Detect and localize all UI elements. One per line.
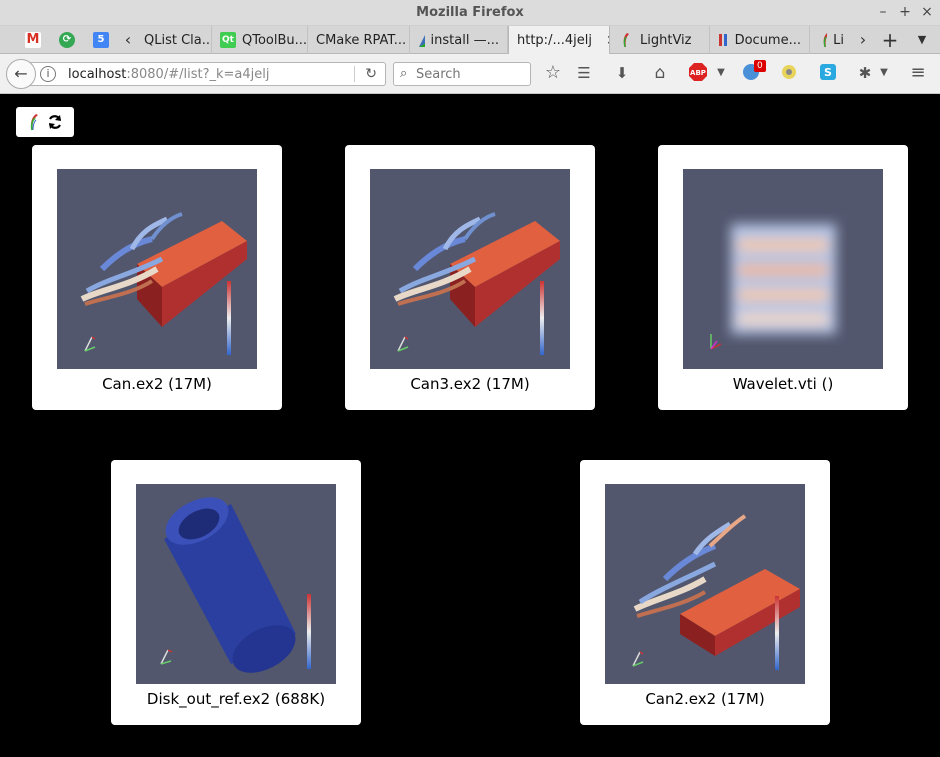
dataset-label: Can2.ex2 (17M) — [645, 690, 765, 708]
dataset-thumbnail[interactable] — [683, 169, 883, 369]
disk-render-image — [160, 497, 311, 673]
dataset-thumbnail[interactable] — [57, 169, 257, 369]
tab-label: LightViz — [640, 32, 692, 48]
tab-active-localhost[interactable]: http:/...4jelj × — [508, 26, 610, 55]
dataset-card-can3[interactable]: Can3.ex2 (17M) — [345, 145, 595, 410]
dataset-label: Can.ex2 (17M) — [102, 375, 212, 393]
can-render-image — [80, 212, 247, 355]
title-bar: Mozilla Firefox – + × — [0, 0, 940, 26]
app-toolbar — [16, 107, 74, 137]
dataset-label: Disk_out_ref.ex2 (688K) — [146, 690, 326, 708]
back-button[interactable]: ← — [6, 59, 36, 89]
dataset-thumbnail[interactable] — [136, 484, 336, 684]
dataset-card-wavelet[interactable]: Wavelet.vti () — [658, 145, 908, 410]
maximize-icon[interactable]: + — [896, 3, 914, 21]
site-info-icon[interactable]: i — [40, 66, 56, 82]
tab-lightviz-2[interactable]: Li — [810, 26, 852, 54]
lightviz-icon — [823, 33, 828, 48]
tab-lightviz[interactable]: LightViz — [610, 26, 710, 54]
downloads-icon[interactable]: ⬇ — [612, 63, 632, 83]
close-window-icon[interactable]: × — [918, 3, 936, 21]
tab-install[interactable]: install —... — [410, 26, 508, 54]
can-render-image — [393, 212, 560, 355]
gmail-pinned-tab-icon[interactable]: M — [25, 32, 41, 48]
lightviz-icon — [623, 33, 629, 48]
dataset-card-disk-out-ref[interactable]: Disk_out_ref.ex2 (688K) — [111, 460, 361, 725]
url-path: :8080/#/list?_k=a4jelj — [126, 67, 270, 82]
tab-label: QList Cla... — [144, 32, 212, 48]
tab-label: http:/...4jelj — [517, 33, 592, 48]
home-icon[interactable]: ⌂ — [650, 63, 670, 83]
url-bar[interactable]: i localhost:8080/#/list?_k=a4jelj ↻ — [30, 62, 386, 86]
reload-icon[interactable]: ↻ — [365, 66, 377, 82]
bookmark-star-icon[interactable]: ☆ — [543, 63, 563, 83]
search-icon: ⌕ — [400, 66, 408, 81]
tab-label: Li — [833, 32, 844, 48]
calendar-pinned-tab-icon[interactable]: 5 — [93, 32, 109, 48]
pinned-tab-clock-icon[interactable]: ⟳ — [59, 32, 75, 48]
tab-strip: M ⟳ 5 ‹ QList Cla... Qt QToolBu... CMake… — [0, 26, 940, 55]
navigation-bar: i localhost:8080/#/list?_k=a4jelj ↻ ← ⌕ … — [0, 54, 940, 94]
url-divider — [354, 66, 355, 82]
qt-icon: Qt — [220, 32, 236, 48]
tab-label: install —... — [430, 32, 499, 48]
minimize-icon[interactable]: – — [874, 3, 892, 21]
dataset-thumbnail[interactable] — [370, 169, 570, 369]
page-content: Can.ex2 (17M) Can3.ex2 (17M) Wavelet.vti… — [0, 95, 940, 757]
window-title: Mozilla Firefox — [416, 5, 524, 20]
wavelet-render-image — [710, 224, 836, 350]
dataset-thumbnail[interactable] — [605, 484, 805, 684]
docs-icon — [719, 34, 727, 46]
extension-icon[interactable] — [779, 63, 799, 83]
skype-icon[interactable]: S — [818, 63, 838, 83]
tab-label: QToolBu... — [242, 32, 308, 48]
adblock-icon[interactable]: ABP — [688, 63, 708, 83]
tab-qlist[interactable]: QList Cla... — [136, 26, 212, 54]
dataset-card-can2[interactable]: Can2.ex2 (17M) — [580, 460, 830, 725]
tab-cmake-rpath[interactable]: CMake RPAT... — [308, 26, 410, 54]
tab-qtoolbutton[interactable]: Qt QToolBu... — [212, 26, 308, 54]
tab-scroll-left-icon[interactable]: ‹ — [118, 26, 138, 54]
tab-label: CMake RPAT... — [316, 32, 407, 48]
list-tabs-icon[interactable]: ▼ — [912, 26, 932, 54]
svg-text:S: S — [824, 66, 832, 79]
notification-badge: 0 — [754, 60, 766, 72]
dataset-label: Can3.ex2 (17M) — [410, 375, 530, 393]
search-input[interactable] — [416, 65, 524, 83]
tab-scroll-right-icon[interactable]: › — [853, 26, 873, 54]
hamburger-menu-icon[interactable]: ≡ — [908, 63, 928, 83]
cmake-triangle-icon — [419, 35, 425, 47]
tab-label: Docume... — [734, 32, 801, 48]
refresh-icon[interactable] — [47, 114, 63, 130]
url-text[interactable]: localhost:8080/#/list?_k=a4jelj — [68, 67, 269, 82]
svg-text:ABP: ABP — [690, 69, 706, 77]
lightviz-logo-icon[interactable] — [27, 113, 41, 131]
developer-tools-icon[interactable]: ✱ — [855, 63, 875, 83]
developer-menu-icon[interactable]: ▼ — [874, 63, 894, 83]
url-host: localhost — [68, 67, 127, 82]
dataset-card-can[interactable]: Can.ex2 (17M) — [32, 145, 282, 410]
new-tab-icon[interactable]: + — [880, 26, 900, 54]
can-render-image — [632, 514, 800, 670]
browser-window: Mozilla Firefox – + × M ⟳ 5 ‹ QList Cla.… — [0, 0, 940, 757]
reading-list-icon[interactable]: ☰ — [574, 63, 594, 83]
dataset-label: Wavelet.vti () — [732, 375, 834, 393]
search-bar[interactable]: ⌕ — [393, 62, 531, 86]
adblock-menu-icon[interactable]: ▼ — [711, 63, 731, 83]
tab-documentation[interactable]: Docume... — [710, 26, 810, 54]
